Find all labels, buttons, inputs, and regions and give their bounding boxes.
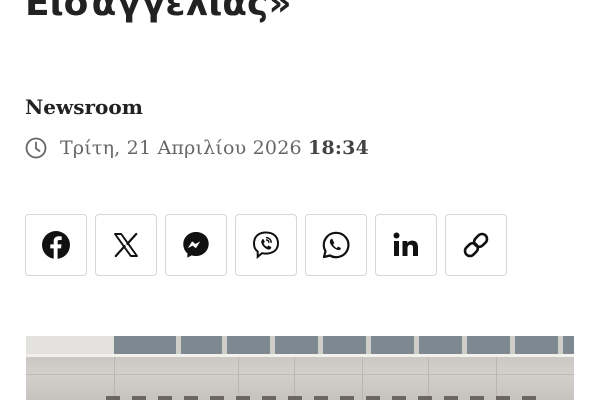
share-messenger-button[interactable] xyxy=(165,214,227,276)
article-main-image xyxy=(26,336,574,400)
share-whatsapp-button[interactable] xyxy=(305,214,367,276)
share-linkedin-button[interactable] xyxy=(375,214,437,276)
publish-date-text: Τρίτη, 21 Απριλίου 2026 xyxy=(60,137,302,159)
share-facebook-button[interactable] xyxy=(25,214,87,276)
messenger-icon xyxy=(181,230,211,260)
facebook-icon xyxy=(41,230,71,260)
whatsapp-icon xyxy=(321,230,351,260)
share-x-button[interactable] xyxy=(95,214,157,276)
viber-icon xyxy=(251,230,281,260)
clock-icon xyxy=(25,137,47,159)
copy-link-button[interactable] xyxy=(445,214,507,276)
publish-meta: Τρίτη, 21 Απριλίου 2026 18:34 xyxy=(25,135,369,161)
share-bar xyxy=(25,214,507,276)
article-title: Εισαγγελίας» xyxy=(25,0,292,24)
x-twitter-icon xyxy=(113,232,139,258)
linkedin-icon xyxy=(392,231,420,259)
publish-date: Τρίτη, 21 Απριλίου 2026 18:34 xyxy=(60,137,369,159)
copy-link-icon xyxy=(461,230,491,260)
author-link[interactable]: Newsroom xyxy=(25,95,143,119)
share-viber-button[interactable] xyxy=(235,214,297,276)
publish-time: 18:34 xyxy=(308,137,369,159)
